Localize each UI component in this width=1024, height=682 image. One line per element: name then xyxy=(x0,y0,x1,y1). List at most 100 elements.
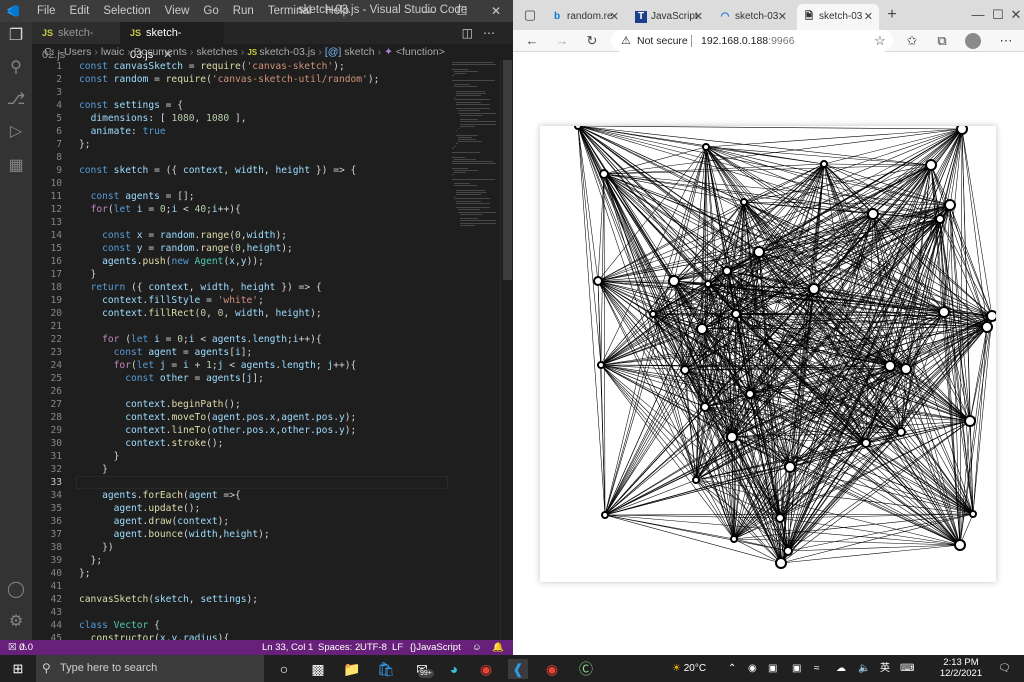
code-line[interactable]: 43 xyxy=(32,606,448,619)
code-line[interactable]: 13 xyxy=(32,216,448,229)
code-line[interactable]: 19 context.fillStyle = 'white'; xyxy=(32,294,448,307)
code-line[interactable]: 12 for(let i = 0;i < 40;i++){ xyxy=(32,203,448,216)
code-line[interactable]: 3 xyxy=(32,86,448,99)
code-line[interactable]: 6 animate: true xyxy=(32,125,448,138)
favorites-icon[interactable]: ✩ xyxy=(903,32,921,50)
not-secure-label[interactable]: Not secure xyxy=(637,30,688,52)
breadcrumb-item[interactable]: C: xyxy=(44,46,55,58)
url-text[interactable]: 192.168.0.188:9966 xyxy=(701,30,794,52)
chrome-icon[interactable]: ◉ xyxy=(476,659,496,679)
code-line[interactable]: 20 context.fillRect(0, 0, width, height)… xyxy=(32,307,448,320)
code-line[interactable]: 34 agents.forEach(agent =>{ xyxy=(32,489,448,502)
settings-gear-icon[interactable]: ⚙ xyxy=(6,612,26,632)
code-line[interactable]: 45 constructor(x,y,radius){ xyxy=(32,632,448,640)
feedback-icon[interactable]: ☺ xyxy=(472,640,482,655)
browser-tab[interactable]: b random.re ✕ xyxy=(545,4,625,30)
code-line[interactable]: 36 agent.draw(context); xyxy=(32,515,448,528)
close-icon[interactable]: ✕ xyxy=(1007,6,1024,24)
menu-view[interactable]: View xyxy=(158,4,197,18)
vscode-taskbar-icon[interactable]: ❰ xyxy=(508,659,528,679)
code-line[interactable]: 35 agent.update(); xyxy=(32,502,448,515)
source-control-icon[interactable]: ⎇ xyxy=(6,90,26,110)
code-line[interactable]: 2 const random = require('canvas-sketch-u… xyxy=(32,73,448,86)
breadcrumb-item[interactable]: lwaic xyxy=(101,46,124,58)
code-line[interactable]: 18 return ({ context, width, height }) =… xyxy=(32,281,448,294)
search-icon[interactable]: ⚲ xyxy=(6,58,26,78)
profile-avatar[interactable] xyxy=(965,33,981,49)
edge-browser-icon[interactable]: ◕ xyxy=(444,659,464,679)
breadcrumb-item[interactable]: sketches xyxy=(196,46,237,58)
warning-icon[interactable]: ⚠ xyxy=(621,30,631,52)
cursor-position[interactable]: Ln 33, Col 1 xyxy=(262,640,313,655)
tray-app-icon[interactable]: ◉ xyxy=(748,655,757,682)
refresh-icon[interactable]: ↻ xyxy=(583,32,601,50)
wifi-icon[interactable]: ≈ xyxy=(814,655,820,682)
show-hidden-icons-icon[interactable]: ⌃ xyxy=(728,655,736,682)
code-line[interactable]: 40}; xyxy=(32,567,448,580)
weather[interactable]: ☀ 20°C xyxy=(672,655,706,682)
mail-icon[interactable]: ✉99+ xyxy=(412,659,434,679)
code-line[interactable]: 27 context.beginPath(); xyxy=(32,398,448,411)
chrome-profile-icon[interactable]: ◉ xyxy=(542,659,562,679)
code-line[interactable]: 42 canvasSketch(sketch, settings); xyxy=(32,593,448,606)
explorer-icon[interactable]: ❐ xyxy=(6,26,26,46)
code-line[interactable]: 22 for (let i = 0;i < agents.length;i++)… xyxy=(32,333,448,346)
problems-status[interactable]: ☒ 0 ⚠ 0 xyxy=(8,640,33,655)
code-line[interactable]: 41 xyxy=(32,580,448,593)
browser-tab[interactable]: ◠ sketch-03 ✕ xyxy=(713,4,793,30)
breadcrumb-item[interactable]: Documents xyxy=(134,46,187,58)
code-line[interactable]: 10 xyxy=(32,177,448,190)
notification-center-icon[interactable]: 🗨 xyxy=(998,655,1011,682)
code-line[interactable]: 24 for(let j = i + 1;j < agents.length; … xyxy=(32,359,448,372)
scrollbar-thumb[interactable] xyxy=(503,60,512,280)
code-line[interactable]: 25 const other = agents[j]; xyxy=(32,372,448,385)
tab-close-icon[interactable]: ✕ xyxy=(694,4,703,30)
code-line[interactable]: 9 const sketch = ({ context, width, heigh… xyxy=(32,164,448,177)
maximize-icon[interactable]: ☐ xyxy=(445,0,479,22)
browser-tab[interactable]: T JavaScript ✕ xyxy=(629,4,709,30)
tab-close-icon[interactable]: ✕ xyxy=(778,4,787,30)
code-line[interactable]: 14 const x = random.range(0,width); xyxy=(32,229,448,242)
language-mode[interactable]: {} JavaScript xyxy=(410,640,461,655)
file-explorer-icon[interactable]: 📁 xyxy=(342,659,362,679)
code-line[interactable]: 37 agent.bounce(width,height); xyxy=(32,528,448,541)
code-line[interactable]: 21 xyxy=(32,320,448,333)
tab-close-icon[interactable]: ✕ xyxy=(610,4,619,30)
code-line[interactable]: 28 context.moveTo(agent.pos.x,agent.pos.… xyxy=(32,411,448,424)
run-debug-icon[interactable]: ▷ xyxy=(6,122,26,142)
address-bar[interactable]: ⚠ Not secure 192.168.0.188:9966 xyxy=(611,30,893,52)
menu-go[interactable]: Go xyxy=(196,4,225,18)
menu-run[interactable]: Run xyxy=(226,4,261,18)
breadcrumb-item[interactable]: Users xyxy=(64,46,91,58)
back-arrow-icon[interactable]: ← xyxy=(523,32,541,50)
code-line[interactable]: 17 } xyxy=(32,268,448,281)
keyboard-icon[interactable]: ⌨ xyxy=(900,655,914,682)
encoding-status[interactable]: UTF-8 xyxy=(360,640,387,655)
menu-file[interactable]: File xyxy=(30,4,63,18)
minimize-icon[interactable]: — xyxy=(969,6,987,24)
code-editor[interactable]: 1 const canvasSketch = require('canvas-sk… xyxy=(32,60,448,640)
eol-status[interactable]: LF xyxy=(392,640,403,655)
code-line[interactable]: 31 } xyxy=(32,450,448,463)
tab-sketch-02[interactable]: JS sketch-02.js xyxy=(32,22,120,61)
code-line[interactable]: 4 const settings = { xyxy=(32,99,448,112)
breadcrumb-item[interactable]: <function> xyxy=(396,46,445,58)
app-c-icon[interactable]: Ⓒ xyxy=(576,659,596,679)
maximize-icon[interactable]: ☐ xyxy=(989,6,1007,24)
tray-app-icon[interactable]: ▣ xyxy=(768,655,777,682)
code-line[interactable]: 39 }; xyxy=(32,554,448,567)
ime-mode[interactable]: 英 xyxy=(880,655,890,682)
code-line[interactable]: 8 xyxy=(32,151,448,164)
taskbar-search[interactable]: ⚲ Type here to search xyxy=(36,655,264,682)
code-line[interactable]: 15 const y = random.range(0,height); xyxy=(32,242,448,255)
minimap[interactable] xyxy=(448,60,500,640)
more-menu-icon[interactable]: ⋯ xyxy=(997,32,1015,50)
account-icon[interactable]: ◯ xyxy=(6,580,26,600)
code-line[interactable]: 16 agents.push(new Agent(x,y)); xyxy=(32,255,448,268)
code-line[interactable]: 11 const agents = []; xyxy=(32,190,448,203)
code-line[interactable]: 7}; xyxy=(32,138,448,151)
store-icon[interactable]: 🛍 xyxy=(376,659,396,679)
browser-tab-active[interactable]: 🗎 sketch-03 ✕ xyxy=(797,4,879,30)
code-line[interactable]: 44 class Vector { xyxy=(32,619,448,632)
widgets-icon[interactable]: ▩ xyxy=(308,659,328,679)
